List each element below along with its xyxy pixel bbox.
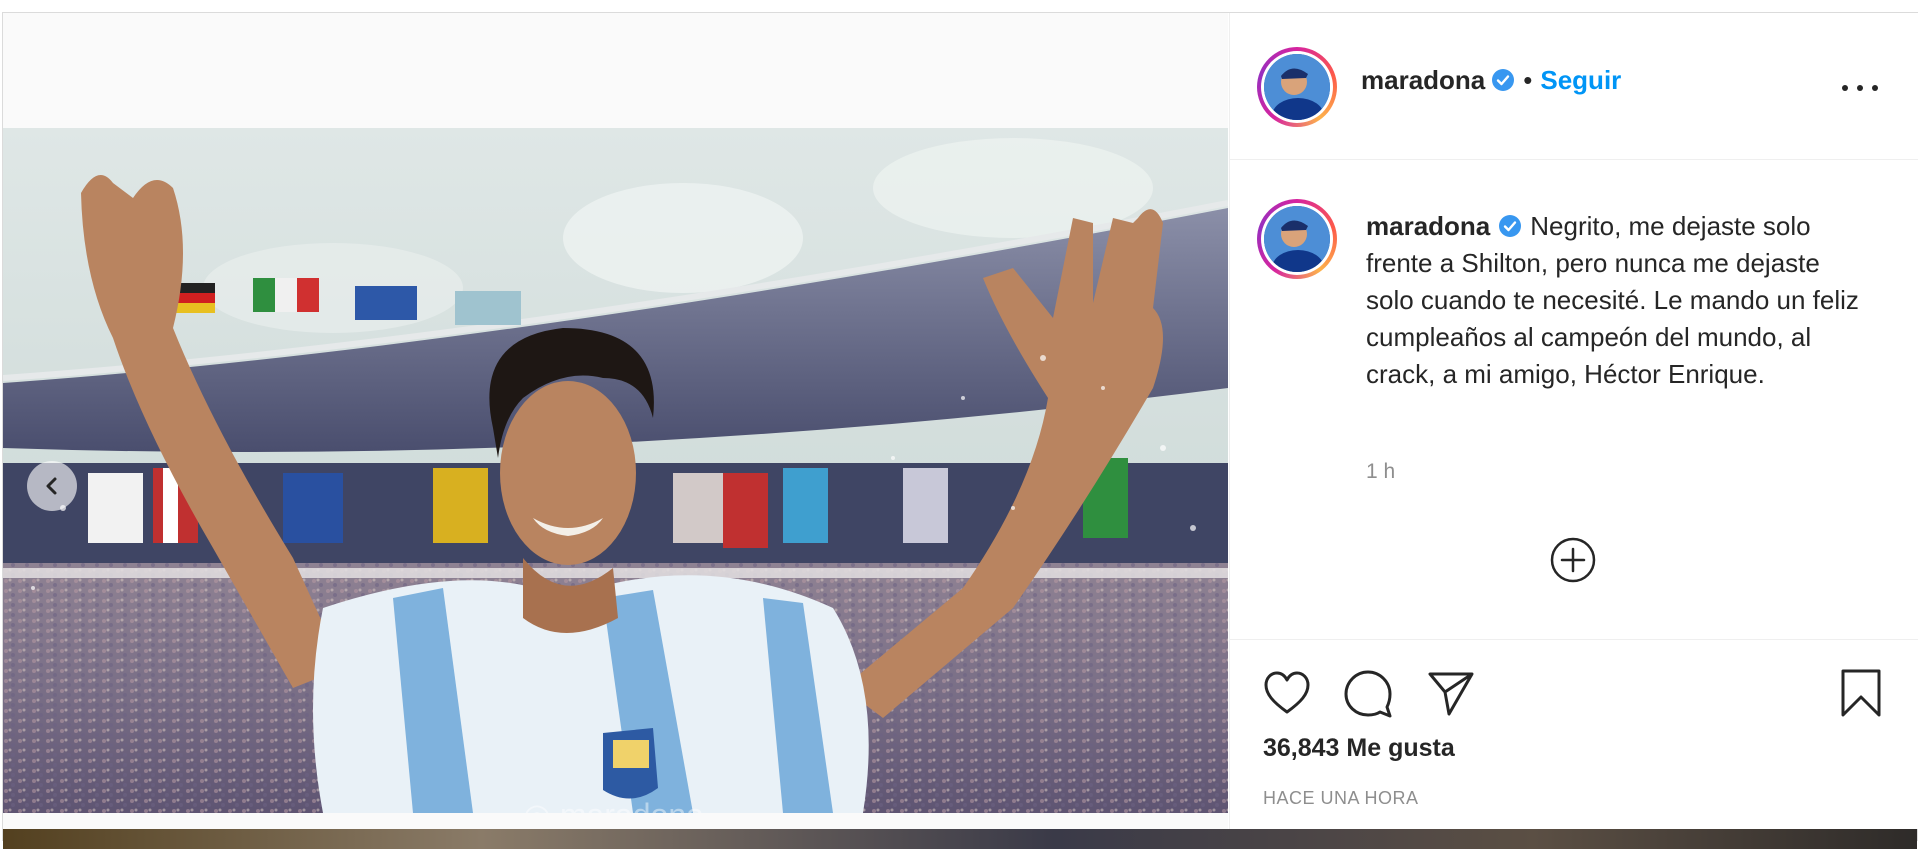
post-header: maradona • Seguir (1230, 13, 1918, 160)
avatar-image (1264, 54, 1330, 120)
bookmark-icon[interactable] (1838, 668, 1884, 718)
heart-icon[interactable] (1263, 670, 1311, 716)
verified-badge-icon (1492, 69, 1515, 91)
media-area: ◎ maradona (3, 13, 1228, 829)
next-post-preview (3, 829, 1917, 849)
post-actions: 36,843 Me gusta HACE UNA HORA (1230, 639, 1918, 830)
post-photo: ◎ maradona (3, 128, 1228, 813)
post-time[interactable]: HACE UNA HORA (1263, 788, 1419, 809)
separator-dot: • (1523, 65, 1533, 95)
photo-watermark: ◎ maradona (523, 796, 704, 813)
more-options-icon[interactable] (1842, 83, 1878, 93)
follow-button[interactable]: Seguir (1540, 65, 1621, 95)
chevron-left-icon (46, 477, 57, 495)
caption-avatar[interactable] (1257, 199, 1337, 279)
paper-plane-icon[interactable] (1427, 670, 1475, 716)
caption-username[interactable]: maradona (1366, 211, 1490, 241)
comment-icon[interactable] (1343, 669, 1393, 719)
caption-timestamp[interactable]: 1 h (1366, 460, 1395, 484)
plus-circle-icon[interactable] (1549, 536, 1597, 584)
header-user-line: maradona • Seguir (1361, 65, 1621, 96)
post-details-panel: maradona • Seguir maradona Negrito, me deja… (1229, 13, 1918, 829)
previous-photo-button[interactable] (27, 461, 77, 511)
avatar[interactable] (1257, 47, 1337, 127)
post-caption: maradona Negrito, me dejaste solo frente … (1366, 208, 1866, 393)
likes-count[interactable]: 36,843 Me gusta (1263, 734, 1455, 763)
verified-badge-icon (1499, 215, 1522, 237)
header-username[interactable]: maradona (1361, 65, 1485, 95)
caption-avatar-image (1264, 206, 1330, 272)
